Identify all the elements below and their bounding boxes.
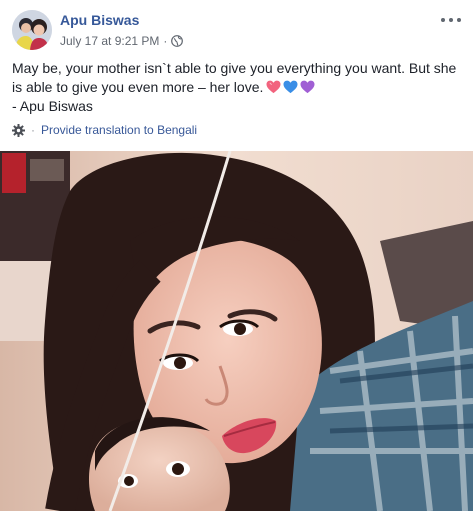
post-meta: July 17 at 9:21 PM · xyxy=(60,34,184,48)
post-photo[interactable] xyxy=(0,151,473,511)
heart-purple-icon xyxy=(300,80,315,94)
heart-blue-icon xyxy=(283,80,298,94)
gear-icon xyxy=(12,123,25,137)
avatar[interactable] xyxy=(12,10,52,50)
more-options-icon[interactable] xyxy=(441,14,461,26)
meta-separator: · xyxy=(163,34,168,48)
photo-illustration xyxy=(0,151,473,511)
post-timestamp[interactable]: July 17 at 9:21 PM xyxy=(60,34,159,48)
translate-link[interactable]: · Provide translation to Bengali xyxy=(12,123,197,137)
translate-label: Provide translation to Bengali xyxy=(41,123,198,137)
emoji-hearts xyxy=(266,80,315,94)
post-header: Apu Biswas July 17 at 9:21 PM · xyxy=(0,0,473,60)
heart-pink-icon xyxy=(266,80,281,94)
author-name[interactable]: Apu Biswas xyxy=(60,12,139,28)
post-text: May be, your mother isn`t able to give y… xyxy=(12,59,467,116)
post-text-line-2-wrap: is able to give you even more – her love… xyxy=(12,78,467,97)
post-text-line-2: is able to give you even more – her love… xyxy=(12,79,264,95)
post-text-line-1: May be, your mother isn`t able to give y… xyxy=(12,60,457,76)
globe-icon[interactable] xyxy=(171,35,184,47)
translate-separator: · xyxy=(31,123,35,137)
post-text-line-3: - Apu Biswas xyxy=(12,98,93,114)
